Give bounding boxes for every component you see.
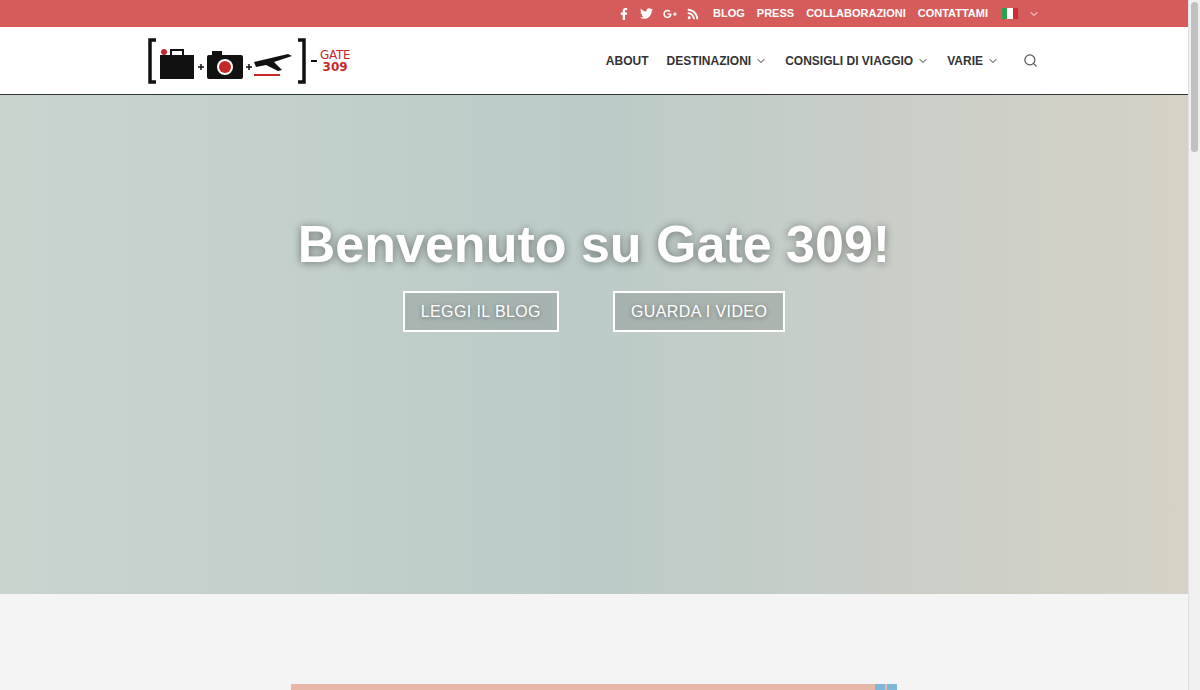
chevron-down-icon	[987, 55, 999, 67]
ad-close-icon[interactable]	[887, 684, 897, 690]
logo-icons-icon	[148, 38, 308, 84]
top-link[interactable]: COLLABORAZIONI	[806, 5, 906, 22]
google-plus-icon[interactable]	[663, 7, 677, 21]
nav-item[interactable]: CONSIGLI DI VIAGGIO	[785, 52, 929, 70]
hero: Benvenuto su Gate 309! LEGGI IL BLOG GUARD…	[0, 95, 1188, 594]
rss-icon[interactable]	[687, 8, 699, 20]
chevron-down-icon	[917, 55, 929, 67]
top-link[interactable]: PRESS	[757, 5, 794, 22]
nav-item[interactable]: ABOUT	[606, 52, 649, 70]
scrollbar-thumb[interactable]	[1191, 2, 1198, 152]
hero-buttons: LEGGI IL BLOG GUARDA I VIDEO	[403, 291, 786, 332]
main-nav: ABOUT DESTINAZIONI CONSIGLI DI VIAGGIO VARI…	[606, 52, 1040, 70]
top-link[interactable]: BLOG	[713, 5, 745, 22]
facebook-icon[interactable]	[618, 8, 630, 20]
chevron-down-icon	[755, 55, 767, 67]
top-bar: BLOG PRESS COLLABORAZIONI CONTATTAMI	[0, 0, 1188, 27]
hero-button[interactable]: GUARDA I VIDEO	[613, 291, 785, 332]
hero-button[interactable]: LEGGI IL BLOG	[403, 291, 559, 332]
chevron-down-icon	[1028, 8, 1040, 20]
site-logo[interactable]: GATE309	[148, 38, 350, 84]
logo-text: GATE309	[320, 49, 350, 73]
content-area	[0, 594, 1188, 690]
nav-item[interactable]: VARIE	[947, 52, 999, 70]
scrollbar[interactable]	[1188, 0, 1200, 690]
header: GATE309 ABOUT DESTINAZIONI CONSIGLI DI VIAG…	[0, 27, 1188, 95]
nav-item[interactable]: DESTINAZIONI	[667, 52, 768, 70]
page-content: BLOG PRESS COLLABORAZIONI CONTATTAMI GATE309…	[0, 0, 1188, 690]
top-links: BLOG PRESS COLLABORAZIONI CONTATTAMI	[713, 5, 988, 22]
language-switcher[interactable]	[1002, 8, 1040, 20]
ad-info-icon[interactable]	[875, 684, 885, 690]
ad-banner[interactable]	[291, 684, 897, 690]
social-links	[618, 7, 699, 21]
page: BLOG PRESS COLLABORAZIONI CONTATTAMI GATE309…	[0, 0, 1200, 690]
italian-flag-icon	[1002, 8, 1018, 19]
search-icon[interactable]	[1023, 53, 1038, 68]
logo-dash	[311, 60, 317, 62]
twitter-icon[interactable]	[640, 7, 653, 20]
hero-title: Benvenuto su Gate 309!	[298, 213, 890, 275]
top-link[interactable]: CONTATTAMI	[918, 5, 988, 22]
